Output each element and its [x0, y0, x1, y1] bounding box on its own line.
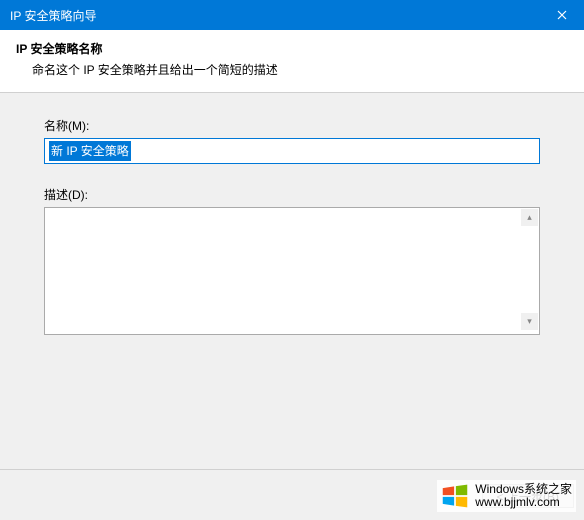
scroll-down-icon[interactable]: ▾: [521, 313, 538, 330]
description-textarea[interactable]: [44, 207, 540, 335]
name-input[interactable]: 新 IP 安全策略: [44, 138, 540, 164]
close-icon: [557, 10, 567, 20]
window-title: IP 安全策略向导: [10, 7, 96, 24]
name-label: 名称(M):: [44, 117, 540, 134]
wizard-button-row: < 上一步(B): [0, 469, 584, 508]
close-button[interactable]: [539, 0, 584, 30]
scroll-up-icon[interactable]: ▴: [521, 209, 538, 226]
name-input-value: 新 IP 安全策略: [49, 141, 131, 161]
description-label: 描述(D):: [44, 186, 540, 203]
titlebar: IP 安全策略向导: [0, 0, 584, 30]
wizard-content: 名称(M): 新 IP 安全策略 描述(D): ▴ ▾: [0, 93, 584, 348]
header-subtitle: 命名这个 IP 安全策略并且给出一个简短的描述: [32, 61, 568, 78]
header-title: IP 安全策略名称: [16, 40, 568, 57]
back-button[interactable]: < 上一步(B): [482, 484, 574, 508]
wizard-header: IP 安全策略名称 命名这个 IP 安全策略并且给出一个简短的描述: [0, 30, 584, 93]
